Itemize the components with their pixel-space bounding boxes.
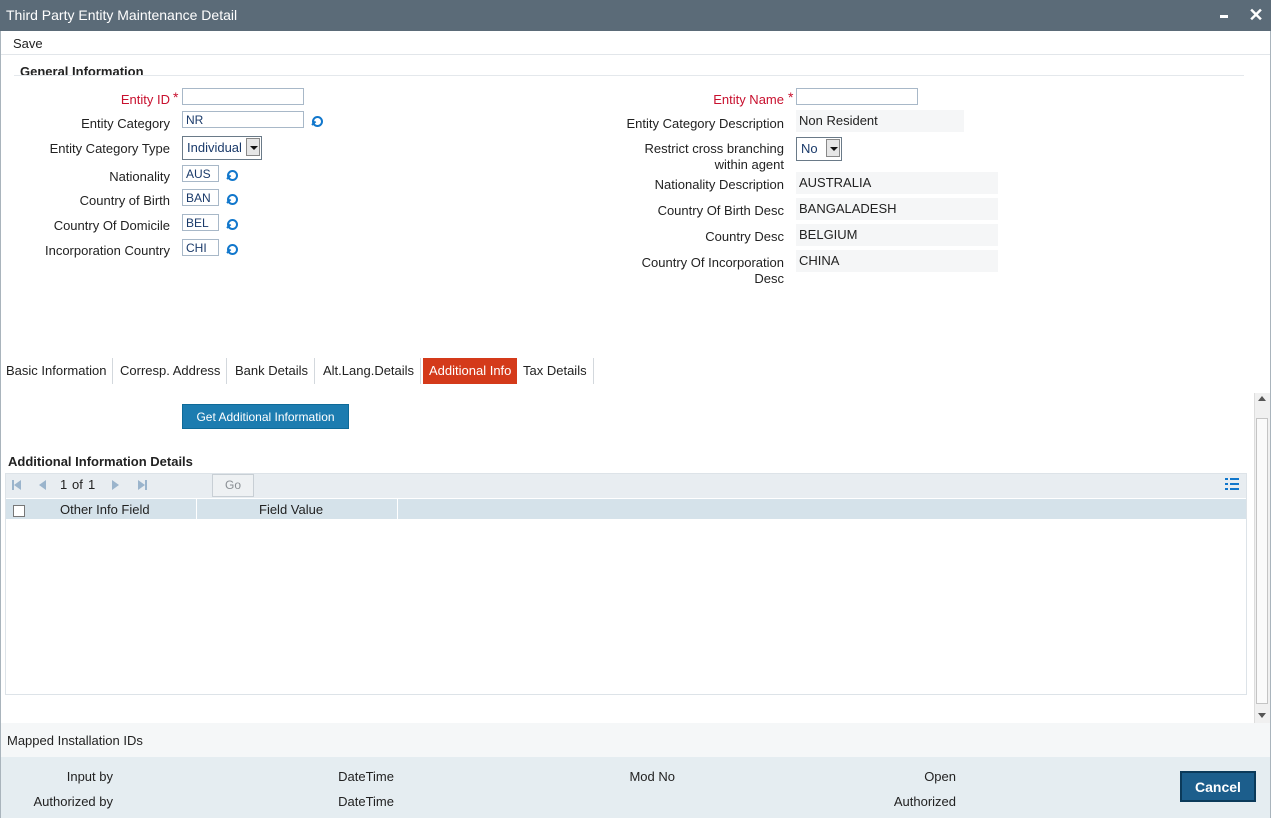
authorized-status-label: Authorized [893,794,956,809]
country-of-birth-input[interactable] [182,189,219,206]
country-of-domicile-label: Country Of Domicile [53,218,170,233]
incorporation-country-label: Incorporation Country [44,243,170,258]
restrict-cross-branching-select[interactable]: No [796,137,842,161]
authorized-datetime-label: DateTime [338,794,394,809]
grid-pager [6,474,1246,498]
search-icon[interactable] [226,243,240,257]
get-additional-information-button[interactable]: Get Additional Information [182,404,349,429]
grid-header-row [6,499,1246,519]
audit-footer [0,757,1271,818]
minimize-icon[interactable] [1216,4,1234,24]
search-icon[interactable] [311,115,325,129]
go-button[interactable]: Go [212,474,254,497]
scrollbar-thumb[interactable] [1256,418,1268,704]
search-icon[interactable] [226,169,240,183]
search-icon[interactable] [226,193,240,207]
country-of-birth-desc-label: Country Of Birth Desc [657,203,784,218]
mod-no-label: Mod No [629,769,675,784]
scroll-up-icon[interactable] [1258,396,1266,401]
country-desc-value: BELGIUM [796,224,998,246]
cancel-button[interactable]: Cancel [1180,771,1256,802]
entity-category-label: Entity Category [81,116,170,131]
input-datetime-label: DateTime [338,769,394,784]
entity-name-input[interactable] [796,88,918,105]
entity-name-label: Entity Name [713,92,784,107]
total-pages: 1 [88,477,96,492]
open-status-label: Open [924,769,956,784]
entity-id-label: Entity ID [120,92,170,107]
tab-corresp-address[interactable]: Corresp. Address [114,358,228,384]
tab-tax-details[interactable]: Tax Details [517,358,594,384]
entity-category-type-select[interactable]: Individual [182,136,262,160]
country-of-birth-label: Country of Birth [79,193,170,208]
first-page-icon[interactable] [12,479,24,491]
column-header-field-value[interactable]: Field Value [259,502,323,517]
entity-category-input[interactable] [182,111,304,128]
column-divider [397,499,398,519]
additional-information-details-title: Additional Information Details [8,454,193,469]
mapped-installation-ids-label[interactable]: Mapped Installation IDs [7,733,143,748]
country-of-incorporation-desc-value: CHINA [796,250,998,272]
country-desc-label: Country Desc [705,229,784,244]
incorporation-country-input[interactable] [182,239,219,256]
window-titlebar: Third Party Entity Maintenance Detail ✕ [0,0,1271,31]
authorized-by-label: Authorized by [33,794,114,809]
page-of-label: of [72,477,83,492]
tab-alt-lang-details[interactable]: Alt.Lang.Details [317,358,422,384]
restrict-cross-branching-value: No [801,141,818,156]
column-divider [196,499,197,519]
restrict-cross-branching-label: Restrict cross branching [644,141,784,156]
country-of-incorporation-desc-label-line2: Desc [754,271,784,286]
entity-category-type-label: Entity Category Type [49,141,170,156]
window-title: Third Party Entity Maintenance Detail [6,7,238,23]
column-header-other-info-field[interactable]: Other Info Field [60,502,150,517]
nationality-input[interactable] [182,165,219,182]
tab-additional-info[interactable]: Additional Info [423,358,518,384]
nationality-description-value: AUSTRALIA [796,172,998,194]
general-information-title: General Information [20,64,144,79]
required-marker: * [788,89,794,105]
required-marker: * [173,89,179,105]
toolbar: Save [0,31,1271,55]
select-all-checkbox[interactable] [13,505,25,517]
nationality-description-label: Nationality Description [654,177,784,192]
chevron-down-icon [826,139,840,157]
search-icon[interactable] [226,218,240,232]
country-of-domicile-input[interactable] [182,214,219,231]
tab-bank-details[interactable]: Bank Details [229,358,315,384]
next-page-icon[interactable] [109,479,121,491]
tab-basic-information[interactable]: Basic Information [0,358,114,384]
previous-page-icon[interactable] [37,479,49,491]
mapped-installation-bar [0,723,1271,757]
entity-category-description-value: Non Resident [796,110,964,132]
entity-category-description-label: Entity Category Description [626,116,784,131]
close-icon[interactable]: ✕ [1246,4,1266,26]
save-button[interactable]: Save [13,36,43,51]
restrict-cross-branching-label-line2: within agent [714,157,784,172]
entity-id-input[interactable] [182,88,304,105]
chevron-down-icon [246,138,260,156]
scroll-down-icon[interactable] [1258,713,1266,718]
country-of-birth-desc-value: BANGALADESH [796,198,998,220]
section-divider [14,75,1244,76]
nationality-label: Nationality [109,169,170,184]
input-by-label: Input by [66,769,113,784]
last-page-icon[interactable] [135,479,147,491]
list-view-icon[interactable] [1225,478,1239,490]
current-page: 1 [60,477,68,492]
entity-category-type-value: Individual [187,140,242,155]
country-of-incorporation-desc-label: Country Of Incorporation [641,255,784,270]
